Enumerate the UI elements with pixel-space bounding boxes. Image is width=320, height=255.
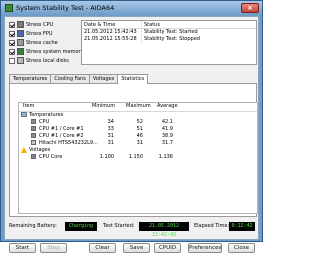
voltages-group-label: Voltages [29, 147, 51, 153]
stress-fpu-label: Stress FPU [26, 30, 53, 37]
stress-disks-checkbox[interactable] [9, 57, 15, 64]
stat-minimum: 1.100 [99, 154, 114, 160]
stat-average: 1.136 [158, 154, 173, 160]
stat-maximum: 1.150 [128, 154, 143, 160]
statistics-panel: Item Minimum Maximum Average Temperature… [9, 83, 258, 217]
cache-icon [17, 39, 24, 46]
cpu-icon [17, 21, 24, 28]
stress-fpu-checkbox[interactable] [9, 30, 15, 37]
stress-memory-label: Stress system memory [26, 48, 84, 55]
temperatures-group-row[interactable]: Temperatures [19, 112, 257, 119]
stress-memory-checkbox[interactable] [9, 48, 15, 55]
cpu-icon [31, 133, 36, 138]
stress-cpu-checkbox[interactable] [9, 21, 15, 28]
title-bar[interactable]: System Stability Test - AIDA64 × [1, 1, 262, 15]
close-button[interactable]: Close [228, 243, 255, 253]
statistics-header: Item Minimum Maximum Average [19, 103, 257, 112]
disk-icon [31, 140, 36, 145]
stop-button[interactable]: Stop [40, 243, 67, 253]
elapsed-time-value: 0:12:42 [229, 222, 255, 231]
header-maximum: Maximum [126, 103, 151, 109]
log-datetime: 21.05.2012 15:42:43 [82, 29, 142, 36]
window-close-button[interactable]: × [241, 3, 259, 13]
window-client-area: Stress CPU Stress FPU Stress cache Stres… [4, 16, 259, 253]
stat-maximum: 31 [136, 140, 143, 146]
stat-item: CPU [39, 119, 50, 125]
status-log-table[interactable]: Date & Time Status 21.05.2012 15:42:43 S… [81, 20, 257, 65]
stat-maximum: 46 [136, 133, 143, 139]
stat-minimum: 33 [107, 126, 114, 132]
stat-item: CPU #1 / Core #1 [39, 126, 84, 132]
temperature-group-icon [21, 112, 27, 117]
clear-button[interactable]: Clear [89, 243, 116, 253]
tab-statistics[interactable]: Statistics [117, 74, 149, 84]
stat-item: CPU #1 / Core #2 [39, 133, 84, 139]
table-row[interactable]: Hitachi HTS543232L9... 31 31 31.7 [19, 140, 257, 147]
stress-disks-label: Stress local disks [26, 57, 69, 64]
stress-options: Stress CPU Stress FPU Stress cache Stres… [9, 20, 84, 65]
tab-temperatures[interactable]: Temperatures [9, 74, 52, 83]
action-buttons: Start Stop Clear Save CPUID Preferences … [9, 243, 257, 255]
log-status: Stability Test: Started [144, 29, 198, 35]
stress-cache-option[interactable]: Stress cache [9, 38, 79, 47]
test-started-value: 21.05.2012 15:42:43 [139, 222, 189, 238]
stress-cache-checkbox[interactable] [9, 39, 15, 46]
stat-maximum: 51 [136, 126, 143, 132]
tab-voltages[interactable]: Voltages [88, 74, 119, 83]
stat-maximum: 52 [136, 119, 143, 125]
stat-minimum: 31 [107, 140, 114, 146]
stat-item: CPU Core [39, 154, 63, 160]
remaining-battery-label: Remaining Battery: [9, 223, 57, 229]
cpu-icon [31, 119, 36, 124]
remaining-battery-value: Charging [65, 222, 97, 231]
elapsed-time-label: Elapsed Time: [194, 223, 230, 229]
voltage-icon [31, 154, 36, 159]
header-item: Item [23, 103, 35, 109]
preferences-button[interactable]: Preferences [188, 243, 222, 253]
log-datetime: 21.05.2012 15:55:28 [82, 36, 142, 43]
save-button[interactable]: Save [123, 243, 150, 253]
stability-test-window: System Stability Test - AIDA64 × Stress … [0, 0, 263, 253]
log-header: Date & Time Status [82, 21, 256, 29]
header-minimum: Minimum [92, 103, 116, 109]
stress-cache-label: Stress cache [26, 39, 58, 46]
aida64-app-icon [5, 4, 13, 12]
fpu-icon [17, 30, 24, 37]
stress-disks-option[interactable]: Stress local disks [9, 56, 79, 65]
table-row[interactable]: CPU #1 / Core #1 33 51 41.9 [19, 126, 257, 133]
cpuid-button[interactable]: CPUID [154, 243, 181, 253]
stress-cpu-label: Stress CPU [26, 21, 54, 28]
log-header-datetime: Date & Time [82, 21, 142, 28]
status-strip: Remaining Battery: Charging Test Started… [9, 222, 255, 238]
table-row[interactable]: 21.05.2012 15:42:43 Stability Test: Star… [82, 29, 256, 36]
log-status: Stability Test: Stopped [144, 36, 200, 42]
warning-icon [21, 147, 27, 153]
stat-average: 38.9 [161, 133, 173, 139]
stat-average: 41.9 [161, 126, 173, 132]
cpu-icon [31, 126, 36, 131]
stress-memory-option[interactable]: Stress system memory [9, 47, 84, 56]
close-icon: × [247, 4, 253, 12]
stress-cpu-option[interactable]: Stress CPU [9, 20, 79, 29]
stat-minimum: 31 [107, 133, 114, 139]
stress-fpu-option[interactable]: Stress FPU [9, 29, 79, 38]
tab-cooling-fans[interactable]: Cooling Fans [50, 74, 90, 83]
header-average: Average [157, 103, 178, 109]
test-started-label: Test Started: [103, 223, 135, 229]
voltages-group-row[interactable]: Voltages [19, 147, 257, 154]
table-row[interactable]: 21.05.2012 15:55:28 Stability Test: Stop… [82, 36, 256, 43]
log-header-status: Status [144, 22, 160, 28]
stat-minimum: 34 [107, 119, 114, 125]
statistics-table[interactable]: Item Minimum Maximum Average Temperature… [18, 102, 258, 214]
disk-icon [17, 57, 24, 64]
start-button[interactable]: Start [9, 243, 36, 253]
window-title: System Stability Test - AIDA64 [16, 4, 115, 12]
stat-average: 31.7 [161, 140, 173, 146]
table-row[interactable]: CPU Core 1.100 1.150 1.136 [19, 154, 257, 161]
memory-icon [17, 48, 24, 55]
table-row[interactable]: CPU 34 52 42.1 [19, 119, 257, 126]
temperatures-group-label: Temperatures [29, 112, 64, 118]
stat-average: 42.1 [161, 119, 173, 125]
table-row[interactable]: CPU #1 / Core #2 31 46 38.9 [19, 133, 257, 140]
